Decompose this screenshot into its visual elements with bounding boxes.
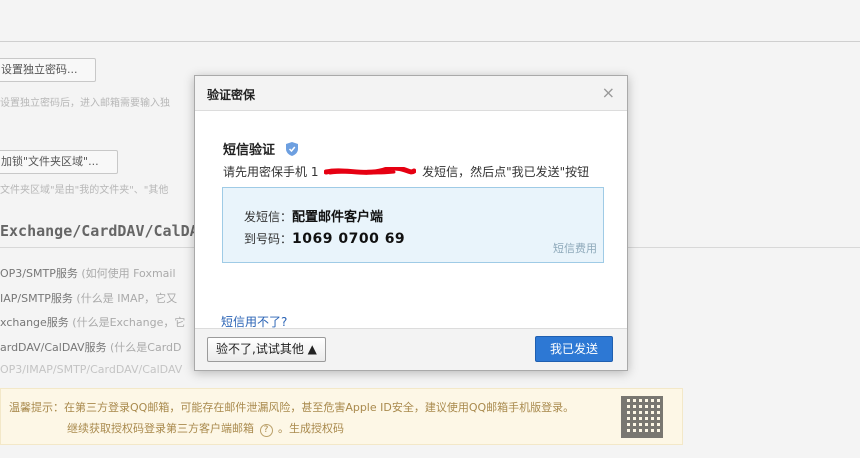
- verify-security-dialog: 验证密保 × 短信验证 请先用密保手机 1 发短信，然后点"我已发送"按钮 发短…: [194, 75, 628, 371]
- dialog-title: 验证密保: [207, 88, 256, 102]
- sms-fee-label: 短信费用: [553, 242, 597, 255]
- sms-number-value: 1069 0700 69: [292, 231, 406, 247]
- instruction-suffix: 发短信，然后点"我已发送"按钮: [422, 165, 590, 179]
- try-other-method-button[interactable]: 验不了,试试其他 ▲: [207, 337, 326, 362]
- sms-instruction: 请先用密保手机 1 发短信，然后点"我已发送"按钮: [223, 163, 589, 180]
- sms-number-row: 到号码：1069 0700 69: [244, 230, 405, 247]
- to-label: 到号码：: [244, 232, 293, 246]
- close-icon[interactable]: ×: [602, 83, 615, 102]
- sms-verify-title: 短信验证: [223, 139, 298, 158]
- i-have-sent-button[interactable]: 我已发送: [535, 336, 613, 362]
- shield-icon: [285, 142, 298, 156]
- send-label: 发短信：: [244, 210, 293, 224]
- sms-info-box: 发短信：配置邮件客户端 到号码：1069 0700 69 短信费用: [222, 187, 604, 263]
- sms-content-value: 配置邮件客户端: [292, 210, 384, 225]
- redacted-phone-scribble: [324, 167, 417, 175]
- dialog-footer: 验不了,试试其他 ▲ 我已发送: [195, 328, 627, 370]
- sms-verify-label: 短信验证: [223, 143, 276, 158]
- instruction-prefix: 请先用密保手机 1: [223, 165, 319, 179]
- sms-content-row: 发短信：配置邮件客户端: [244, 206, 383, 225]
- dialog-header: 验证密保 ×: [195, 76, 627, 111]
